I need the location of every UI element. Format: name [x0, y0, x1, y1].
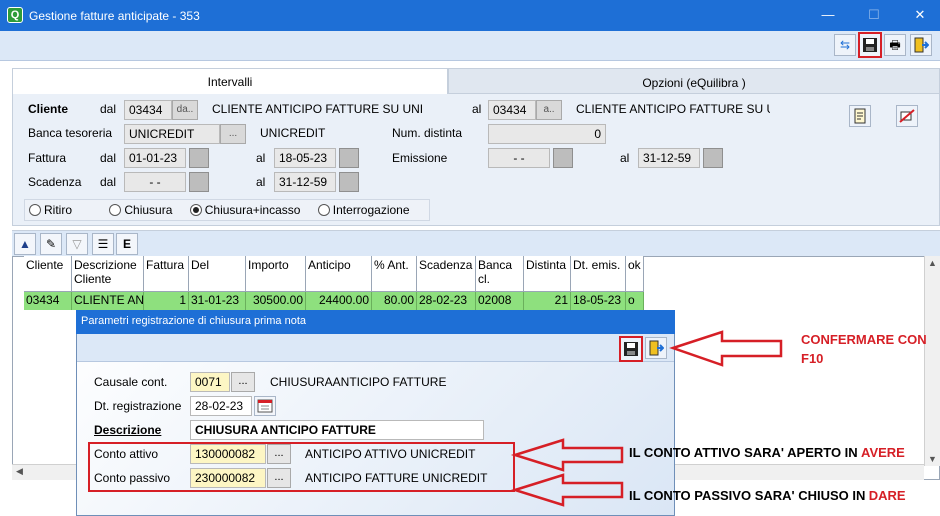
arrow-confermare	[669, 330, 783, 367]
annotation-arrows	[510, 330, 783, 507]
annotation-conto-attivo: IL CONTO ATTIVO SARA' APERTO IN AVERE	[629, 445, 905, 460]
annotation-conto-attivo-text: IL CONTO ATTIVO SARA' APERTO IN	[629, 445, 858, 460]
annotation-conto-passivo-text: IL CONTO PASSIVO SARA' CHIUSO IN	[629, 488, 866, 503]
arrow-conto-passivo	[510, 473, 624, 507]
annotation-conto-passivo: IL CONTO PASSIVO SARA' CHIUSO IN DARE	[629, 488, 906, 503]
annotation-avere: AVERE	[861, 445, 905, 460]
annotation-dare: DARE	[868, 488, 906, 503]
annotation-confermare-line2: F10	[801, 351, 824, 366]
arrow-conto-attivo	[510, 438, 624, 472]
annotation-confermare-line1: CONFERMARE CON	[801, 332, 927, 347]
